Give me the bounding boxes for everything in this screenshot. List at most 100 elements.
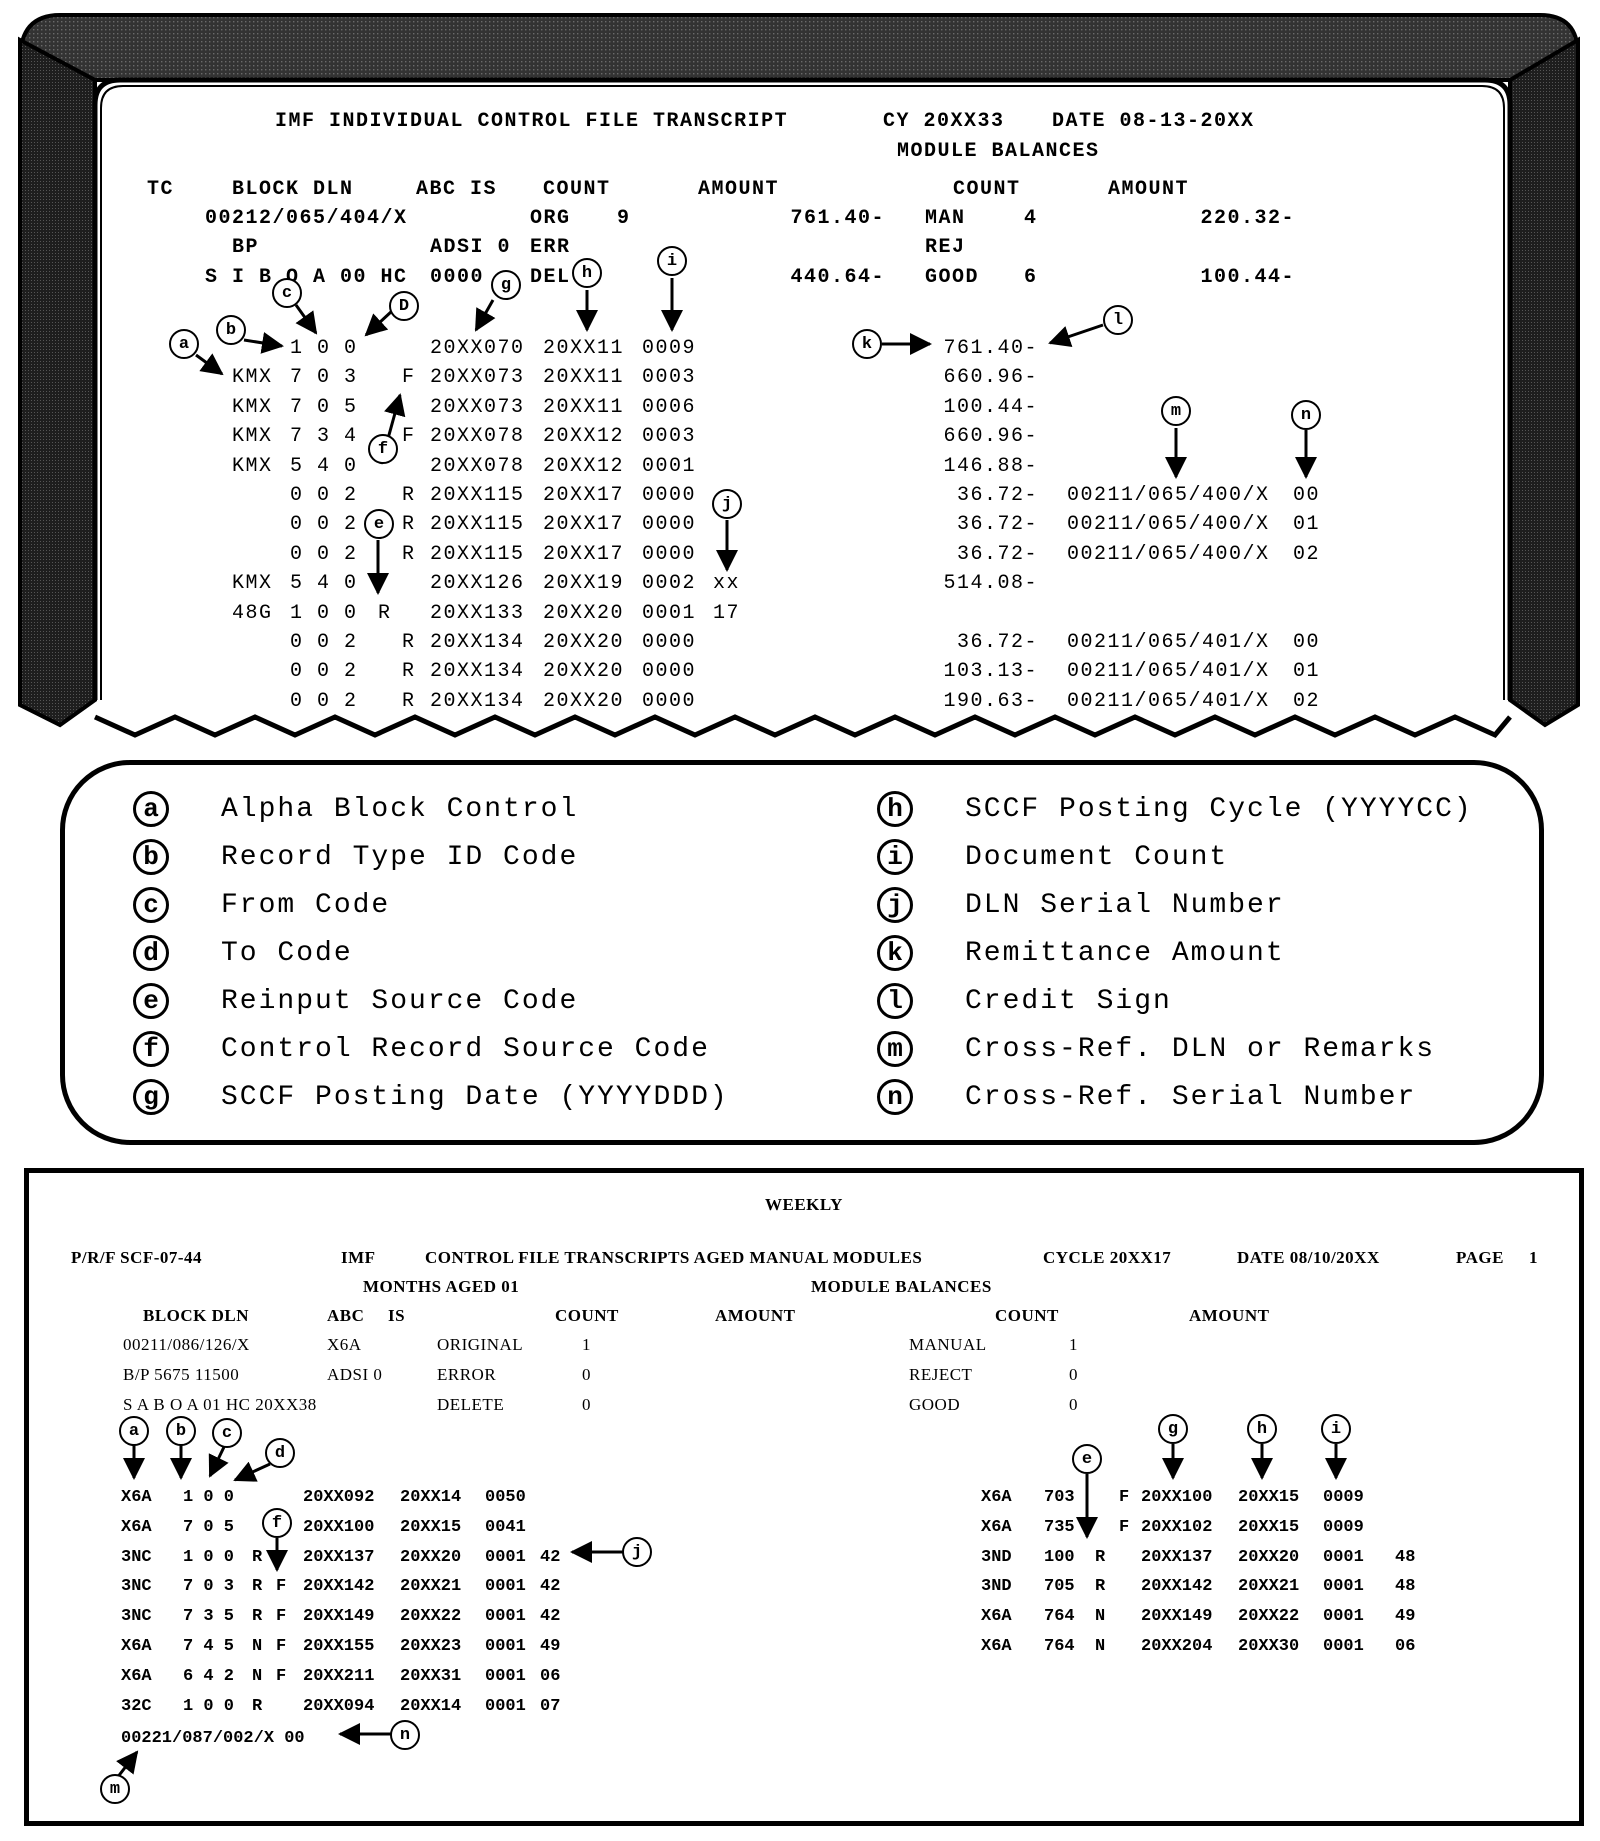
weekly-prf: P/R/F SCF-07-44 xyxy=(71,1248,203,1267)
callout-h: h xyxy=(572,258,602,288)
row-posting-cycle: 20XX14 xyxy=(400,1696,462,1716)
table-row: KMX 7 3 4 F 20XX078 20XX12 0003 660.96- xyxy=(0,425,1500,451)
row-document-count: 0009 xyxy=(1323,1517,1364,1537)
row-posting-cycle: 20XX31 xyxy=(400,1666,462,1686)
row-abc: 48G xyxy=(232,601,273,625)
row-abc: KMX xyxy=(232,425,273,449)
row-posting-cycle: 20XX19 xyxy=(543,572,625,596)
row-codes: 7 3 4 xyxy=(290,425,358,449)
row-posting-date: 20XX115 xyxy=(430,542,525,566)
row-posting-date: 20XX211 xyxy=(303,1666,375,1686)
callout-a: a xyxy=(169,329,199,359)
row-xref-serial: 00 xyxy=(1293,484,1321,507)
legend-item: e Reinput Source Code xyxy=(133,979,578,1023)
row-posting-cycle: 20XX17 xyxy=(543,542,625,566)
row-xref-dln: 00211/065/401/X xyxy=(1067,631,1270,654)
weekly-date: DATE 08/10/20XX xyxy=(1237,1248,1380,1267)
legend-item: m Cross-Ref. DLN or Remarks xyxy=(877,1027,1435,1071)
weekly-summary-left: 00211/086/126/X xyxy=(123,1335,250,1354)
legend-label: Cross-Ref. Serial Number xyxy=(965,1081,1417,1113)
row-codes: 100 xyxy=(1044,1547,1075,1567)
row-posting-cycle: 20XX21 xyxy=(1238,1577,1300,1597)
header-amount: AMOUNT xyxy=(698,178,780,201)
weekly-title: CONTROL FILE TRANSCRIPTS AGED MANUAL MOD… xyxy=(425,1248,923,1267)
row-posting-date: 20XX126 xyxy=(430,572,525,596)
legend-item: f Control Record Source Code xyxy=(133,1027,710,1071)
weekly-summary-label-2: MANUAL xyxy=(909,1335,987,1354)
row-dln-serial: 07 xyxy=(540,1696,561,1716)
legend-badge: h xyxy=(877,791,913,827)
row-document-count: 0001 xyxy=(485,1666,526,1686)
row-posting-date: 20XX134 xyxy=(430,689,525,713)
row-codes: 705 xyxy=(1044,1577,1075,1597)
legend-item: l Credit Sign xyxy=(877,979,1172,1023)
transcript-title: IMF INDIVIDUAL CONTROL FILE TRANSCRIPT xyxy=(275,110,789,133)
weekly-page-number: 1 xyxy=(1529,1248,1538,1267)
table-row: 0 0 2 R 20XX115 20XX17 0000 36.72- 00211/065/4… xyxy=(0,543,1500,569)
row-reinput-source: R xyxy=(1095,1577,1106,1597)
weekly-summary-count-2: 0 xyxy=(1069,1365,1078,1384)
row-amount: 100.44- xyxy=(943,395,1038,419)
row-posting-date: 20XX134 xyxy=(430,631,525,654)
row-control-source: R xyxy=(402,542,416,566)
row-codes: 7 0 3 xyxy=(290,366,358,390)
weekly-imf: IMF xyxy=(341,1248,376,1267)
row-document-count: 0001 xyxy=(1323,1577,1364,1597)
callout-f: f xyxy=(368,434,398,464)
legend-label: Remittance Amount xyxy=(965,937,1285,969)
weekly-header-count-2: COUNT xyxy=(995,1306,1059,1325)
row-document-count: 0000 xyxy=(642,689,697,713)
row-posting-cycle: 20XX17 xyxy=(543,484,625,507)
row-control-source: R xyxy=(402,484,416,507)
row-abc: X6A xyxy=(981,1607,1012,1627)
row-posting-date: 20XX100 xyxy=(1141,1488,1213,1507)
row-posting-cycle: 20XX15 xyxy=(1238,1488,1300,1507)
row-codes: 7 0 5 xyxy=(290,395,358,419)
row-document-count: 0009 xyxy=(642,337,697,360)
row-xref-dln: 00211/065/401/X xyxy=(1067,660,1270,684)
row-posting-date: 20XX070 xyxy=(430,337,525,360)
row-codes: 1 0 0 xyxy=(290,337,358,360)
row-codes: 0 0 2 xyxy=(290,631,358,654)
row-document-count: 0000 xyxy=(642,513,697,537)
legend-item: k Remittance Amount xyxy=(877,931,1285,975)
callout-e: e xyxy=(364,509,394,539)
legend-badge: n xyxy=(877,1079,913,1115)
summary-amount: 440.64- xyxy=(790,266,885,289)
row-reinput-source: N xyxy=(1095,1637,1106,1656)
transcript-date: DATE 08-13-20XX xyxy=(1052,110,1255,133)
row-abc: X6A xyxy=(121,1666,152,1686)
weekly-summary-count: 0 xyxy=(582,1365,591,1384)
row-amount: 36.72- xyxy=(956,484,1038,507)
summary-count: 9 xyxy=(617,207,631,230)
table-row: X6A 703 F 20XX100 20XX15 0009 xyxy=(29,1488,1569,1512)
row-document-count: 0006 xyxy=(642,395,697,419)
weekly-header-amount: AMOUNT xyxy=(715,1306,796,1325)
legend-label: Cross-Ref. DLN or Remarks xyxy=(965,1033,1436,1065)
legend-badge: i xyxy=(877,839,913,875)
legend-item: n Cross-Ref. Serial Number xyxy=(877,1075,1416,1119)
table-row: 3ND 100 R 20XX137 20XX20 0001 48 xyxy=(29,1548,1569,1572)
row-amount: 36.72- xyxy=(956,513,1038,537)
weekly-header-count: COUNT xyxy=(555,1306,619,1325)
row-abc: KMX xyxy=(232,454,273,478)
row-posting-cycle: 20XX20 xyxy=(543,689,625,713)
row-posting-date: 20XX142 xyxy=(1141,1577,1213,1597)
weekly-summary-count: 0 xyxy=(582,1395,591,1414)
row-codes: 0 0 2 xyxy=(290,484,358,507)
row-posting-date: 20XX134 xyxy=(430,660,525,684)
weekly-summary-label-2: GOOD xyxy=(909,1395,961,1414)
legend-item: a Alpha Block Control xyxy=(133,787,578,831)
row-dln-serial: 49 xyxy=(1395,1607,1416,1627)
legend-item: d To Code xyxy=(133,931,353,975)
row-posting-cycle: 20XX11 xyxy=(543,337,625,360)
header-count-2: COUNT xyxy=(953,178,1021,201)
header-count: COUNT xyxy=(543,178,611,201)
legend-label: Alpha Block Control xyxy=(221,793,579,825)
row-codes: 0 0 2 xyxy=(290,513,358,537)
row-amount: 660.96- xyxy=(943,425,1038,449)
legend-item: g SCCF Posting Date (YYYYDDD) xyxy=(133,1075,729,1119)
weekly-header-amount-2: AMOUNT xyxy=(1189,1306,1270,1325)
torn-edge xyxy=(93,714,1512,739)
callout-i: i xyxy=(657,246,687,276)
